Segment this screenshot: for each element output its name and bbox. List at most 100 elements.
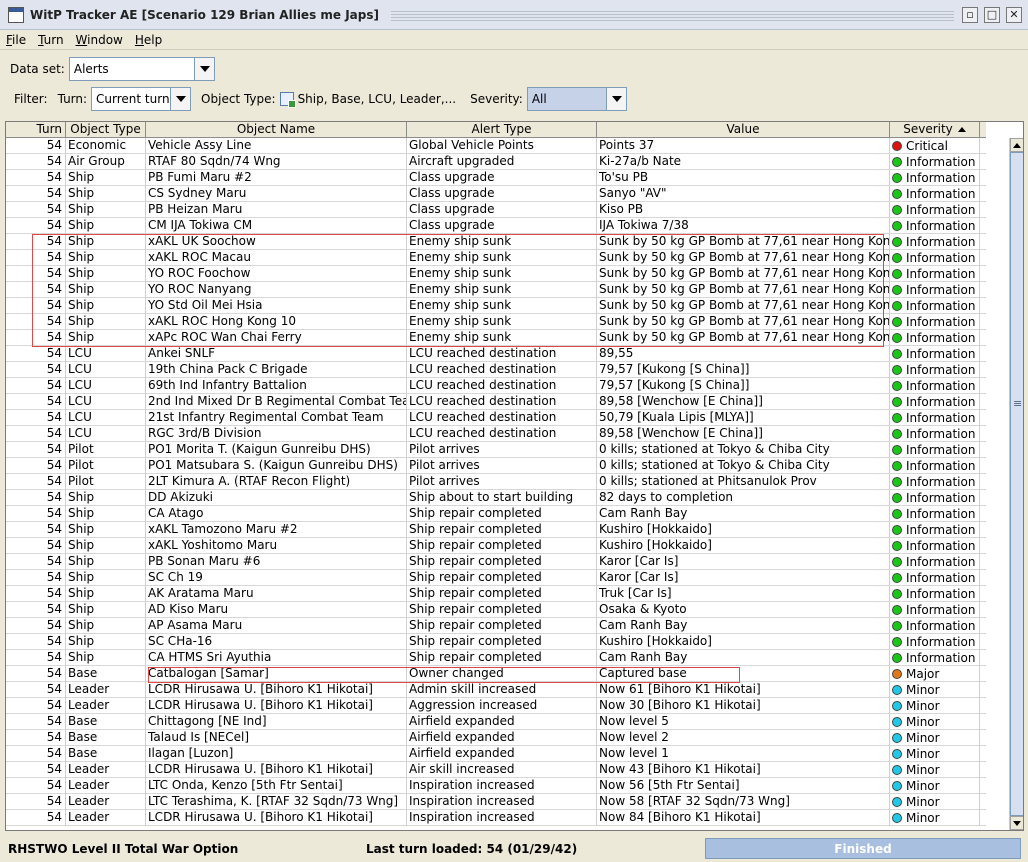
close-icon[interactable]: ✕ — [1006, 6, 1022, 23]
table-row[interactable]: 54 Ship AK Aratama Maru Ship repair complet… — [6, 586, 986, 602]
table-row[interactable]: 54 Ship AD Kiso Maru Ship repair completed O… — [6, 602, 986, 618]
table-row[interactable]: 54 Base Catbalogan [Samar] Owner changed Cap… — [6, 666, 986, 682]
cell-severity: Information — [890, 250, 980, 266]
table-row[interactable]: 54 Base Talaud Is [NECel] Airfield expanded… — [6, 730, 986, 746]
cell-alert-type: Ship repair completed — [407, 522, 597, 538]
table-row[interactable]: 54 LCU 69th Ind Infantry Battalion LCU reac… — [6, 378, 986, 394]
table-row[interactable]: 54 Ship PB Sonan Maru #6 Ship repair comple… — [6, 554, 986, 570]
table-row[interactable]: 54 Ship CM IJA Tokiwa CM Class upgrade IJA T… — [6, 218, 986, 234]
table-row[interactable]: 54 Pilot 2LT Kimura A. (RTAF Recon Flight)… — [6, 474, 986, 490]
table-row[interactable]: 54 Ship AP Asama Maru Ship repair completed… — [6, 618, 986, 634]
cell-severity: Minor — [890, 730, 980, 746]
severity-text: Information — [906, 586, 976, 601]
objtype-value[interactable]: Ship, Base, LCU, Leader,... — [298, 92, 457, 106]
table-row[interactable]: 54 Ship YO Std Oil Mei Hsia Enemy ship sunk… — [6, 298, 986, 314]
cell-object-type: Ship — [66, 186, 146, 202]
alerts-table[interactable]: Turn Object Type Object Name Alert Type … — [5, 121, 1024, 831]
cell-object-type: Ship — [66, 554, 146, 570]
vertical-scrollbar[interactable] — [1009, 138, 1023, 830]
severity-text: Minor — [906, 810, 940, 825]
table-row[interactable]: 54 Ship xAKL Tamozono Maru #2 Ship repair c… — [6, 522, 986, 538]
table-row[interactable]: 54 LCU RGC 3rd/B Division LCU reached desti… — [6, 426, 986, 442]
minimize-icon[interactable]: ▫ — [962, 6, 978, 23]
dataset-dropdown-icon[interactable] — [193, 58, 214, 80]
cell-object-type: Leader — [66, 762, 146, 778]
table-row[interactable]: 54 Ship xAPc ROC Wan Chai Ferry Enemy ship … — [6, 330, 986, 346]
table-row[interactable]: 54 Ship xAKL ROC Hong Kong 10 Enemy ship su… — [6, 314, 986, 330]
turn-dropdown-icon[interactable] — [170, 88, 191, 110]
cell-value: Karor [Car Is] — [597, 554, 890, 570]
dataset-select[interactable]: Alerts — [68, 57, 215, 81]
cell-turn: 54 — [6, 474, 66, 490]
cell-turn: 54 — [6, 714, 66, 730]
table-row[interactable]: 54 Ship YO ROC Foochow Enemy ship sunk Sunk … — [6, 266, 986, 282]
table-row[interactable]: 54 Ship CA HTMS Sri Ayuthia Ship repair com… — [6, 650, 986, 666]
table-row[interactable]: 54 Ship PB Fumi Maru #2 Class upgrade To'su … — [6, 170, 986, 186]
severity-dot-icon — [892, 365, 902, 375]
menu-file[interactable]: File — [6, 33, 26, 47]
table-row[interactable]: 54 Air Group RTAF 80 Sqdn/74 Wng Aircraft u… — [6, 154, 986, 170]
turn-label: Turn: — [57, 92, 88, 106]
cell-value: Sanyo "AV" — [597, 186, 890, 202]
table-row[interactable]: 54 Ship xAKL Yoshitomo Maru Ship repair com… — [6, 538, 986, 554]
severity-text: Minor — [906, 778, 940, 793]
column-header-value[interactable]: Value — [597, 122, 890, 138]
table-row[interactable]: 54 Economic Vehicle Assy Line Global Vehicl… — [6, 138, 986, 154]
table-row[interactable]: 54 Leader LCDR Hirusawa U. [Bihoro K1 Hiko… — [6, 698, 986, 714]
table-row[interactable]: 54 Base Ilagan [Luzon] Airfield expanded Now… — [6, 746, 986, 762]
cell-alert-type: Air skill increased — [407, 762, 597, 778]
table-row[interactable]: 54 Ship PB Heizan Maru Class upgrade Kiso PB… — [6, 202, 986, 218]
table-row[interactable]: 54 Leader LTC Onda, Kenzo [5th Ftr Sentai]… — [6, 778, 986, 794]
menu-turn[interactable]: Turn — [38, 33, 63, 47]
severity-dot-icon — [892, 781, 902, 791]
severity-dropdown-icon[interactable] — [605, 88, 626, 110]
table-row[interactable]: 54 Ship DD Akizuki Ship about to start buil… — [6, 490, 986, 506]
cell-object-type: Ship — [66, 522, 146, 538]
cell-object-type: Ship — [66, 586, 146, 602]
table-row[interactable]: 54 Ship SC CHa-16 Ship repair completed Kush… — [6, 634, 986, 650]
table-row[interactable]: 54 Pilot PO1 Morita T. (Kaigun Gunreibu DH… — [6, 442, 986, 458]
cell-alert-type: Ship repair completed — [407, 602, 597, 618]
table-row[interactable]: 54 Pilot PO1 Matsubara S. (Kaigun Gunreibu… — [6, 458, 986, 474]
scroll-thumb[interactable] — [1010, 152, 1023, 816]
maximize-icon[interactable]: □ — [984, 6, 1000, 23]
table-row[interactable]: 54 Ship CS Sydney Maru Class upgrade Sanyo "… — [6, 186, 986, 202]
table-row[interactable]: 54 Leader LCDR Hirusawa U. [Bihoro K1 Hiko… — [6, 762, 986, 778]
table-row[interactable]: 54 LCU Ankei SNLF LCU reached destination 89… — [6, 346, 986, 362]
table-row[interactable]: 54 Ship CA Atago Ship repair completed Cam R… — [6, 506, 986, 522]
table-row[interactable]: 54 LCU 2nd Ind Mixed Dr B Regimental Comba… — [6, 394, 986, 410]
scroll-up-icon[interactable] — [1010, 138, 1023, 152]
cell-turn: 54 — [6, 682, 66, 698]
cell-alert-type: Ship repair completed — [407, 506, 597, 522]
column-header-object-type[interactable]: Object Type — [66, 122, 146, 138]
table-row[interactable]: 54 Base Chittagong [NE Ind] Airfield expand… — [6, 714, 986, 730]
severity-text: Information — [906, 490, 976, 505]
column-header-alert-type[interactable]: Alert Type — [407, 122, 597, 138]
turn-select[interactable]: Current turn — [91, 87, 192, 111]
column-header-turn[interactable]: Turn — [6, 122, 66, 138]
severity-dot-icon — [892, 765, 902, 775]
object-type-filter-icon[interactable] — [279, 92, 296, 108]
cell-severity: Information — [890, 570, 980, 586]
column-header-severity[interactable]: Severity — [890, 122, 980, 138]
table-row[interactable]: 54 Ship xAKL UK Soochow Enemy ship sunk Sunk… — [6, 234, 986, 250]
cell-alert-type: Admin skill increased — [407, 682, 597, 698]
table-row[interactable]: 54 Leader LCDR Hirusawa U. [Bihoro K1 Hiko… — [6, 682, 986, 698]
severity-dot-icon — [892, 205, 902, 215]
table-row[interactable]: 54 Ship xAKL ROC Macau Enemy ship sunk Sunk … — [6, 250, 986, 266]
cell-turn: 54 — [6, 522, 66, 538]
column-header-object-name[interactable]: Object Name — [146, 122, 407, 138]
cell-object-name: YO ROC Foochow — [146, 266, 407, 282]
table-row[interactable]: 54 LCU 21st Infantry Regimental Combat Tea… — [6, 410, 986, 426]
table-row[interactable]: 54 Leader LCDR Hirusawa U. [Bihoro K1 Hiko… — [6, 810, 986, 826]
scroll-down-icon[interactable] — [1010, 816, 1023, 830]
severity-select[interactable]: All — [526, 87, 627, 111]
table-row[interactable]: 54 LCU 19th China Pack C Brigade LCU reache… — [6, 362, 986, 378]
menu-help[interactable]: Help — [135, 33, 162, 47]
table-row[interactable]: 54 Ship SC Ch 19 Ship repair completed Karor… — [6, 570, 986, 586]
table-row[interactable]: 54 Ship YO ROC Nanyang Enemy ship sunk Sunk … — [6, 282, 986, 298]
severity-text: Minor — [906, 762, 940, 777]
cell-severity: Information — [890, 394, 980, 410]
table-row[interactable]: 54 Leader LTC Terashima, K. [RTAF 32 Sqdn/… — [6, 794, 986, 810]
menu-window[interactable]: Window — [76, 33, 123, 47]
